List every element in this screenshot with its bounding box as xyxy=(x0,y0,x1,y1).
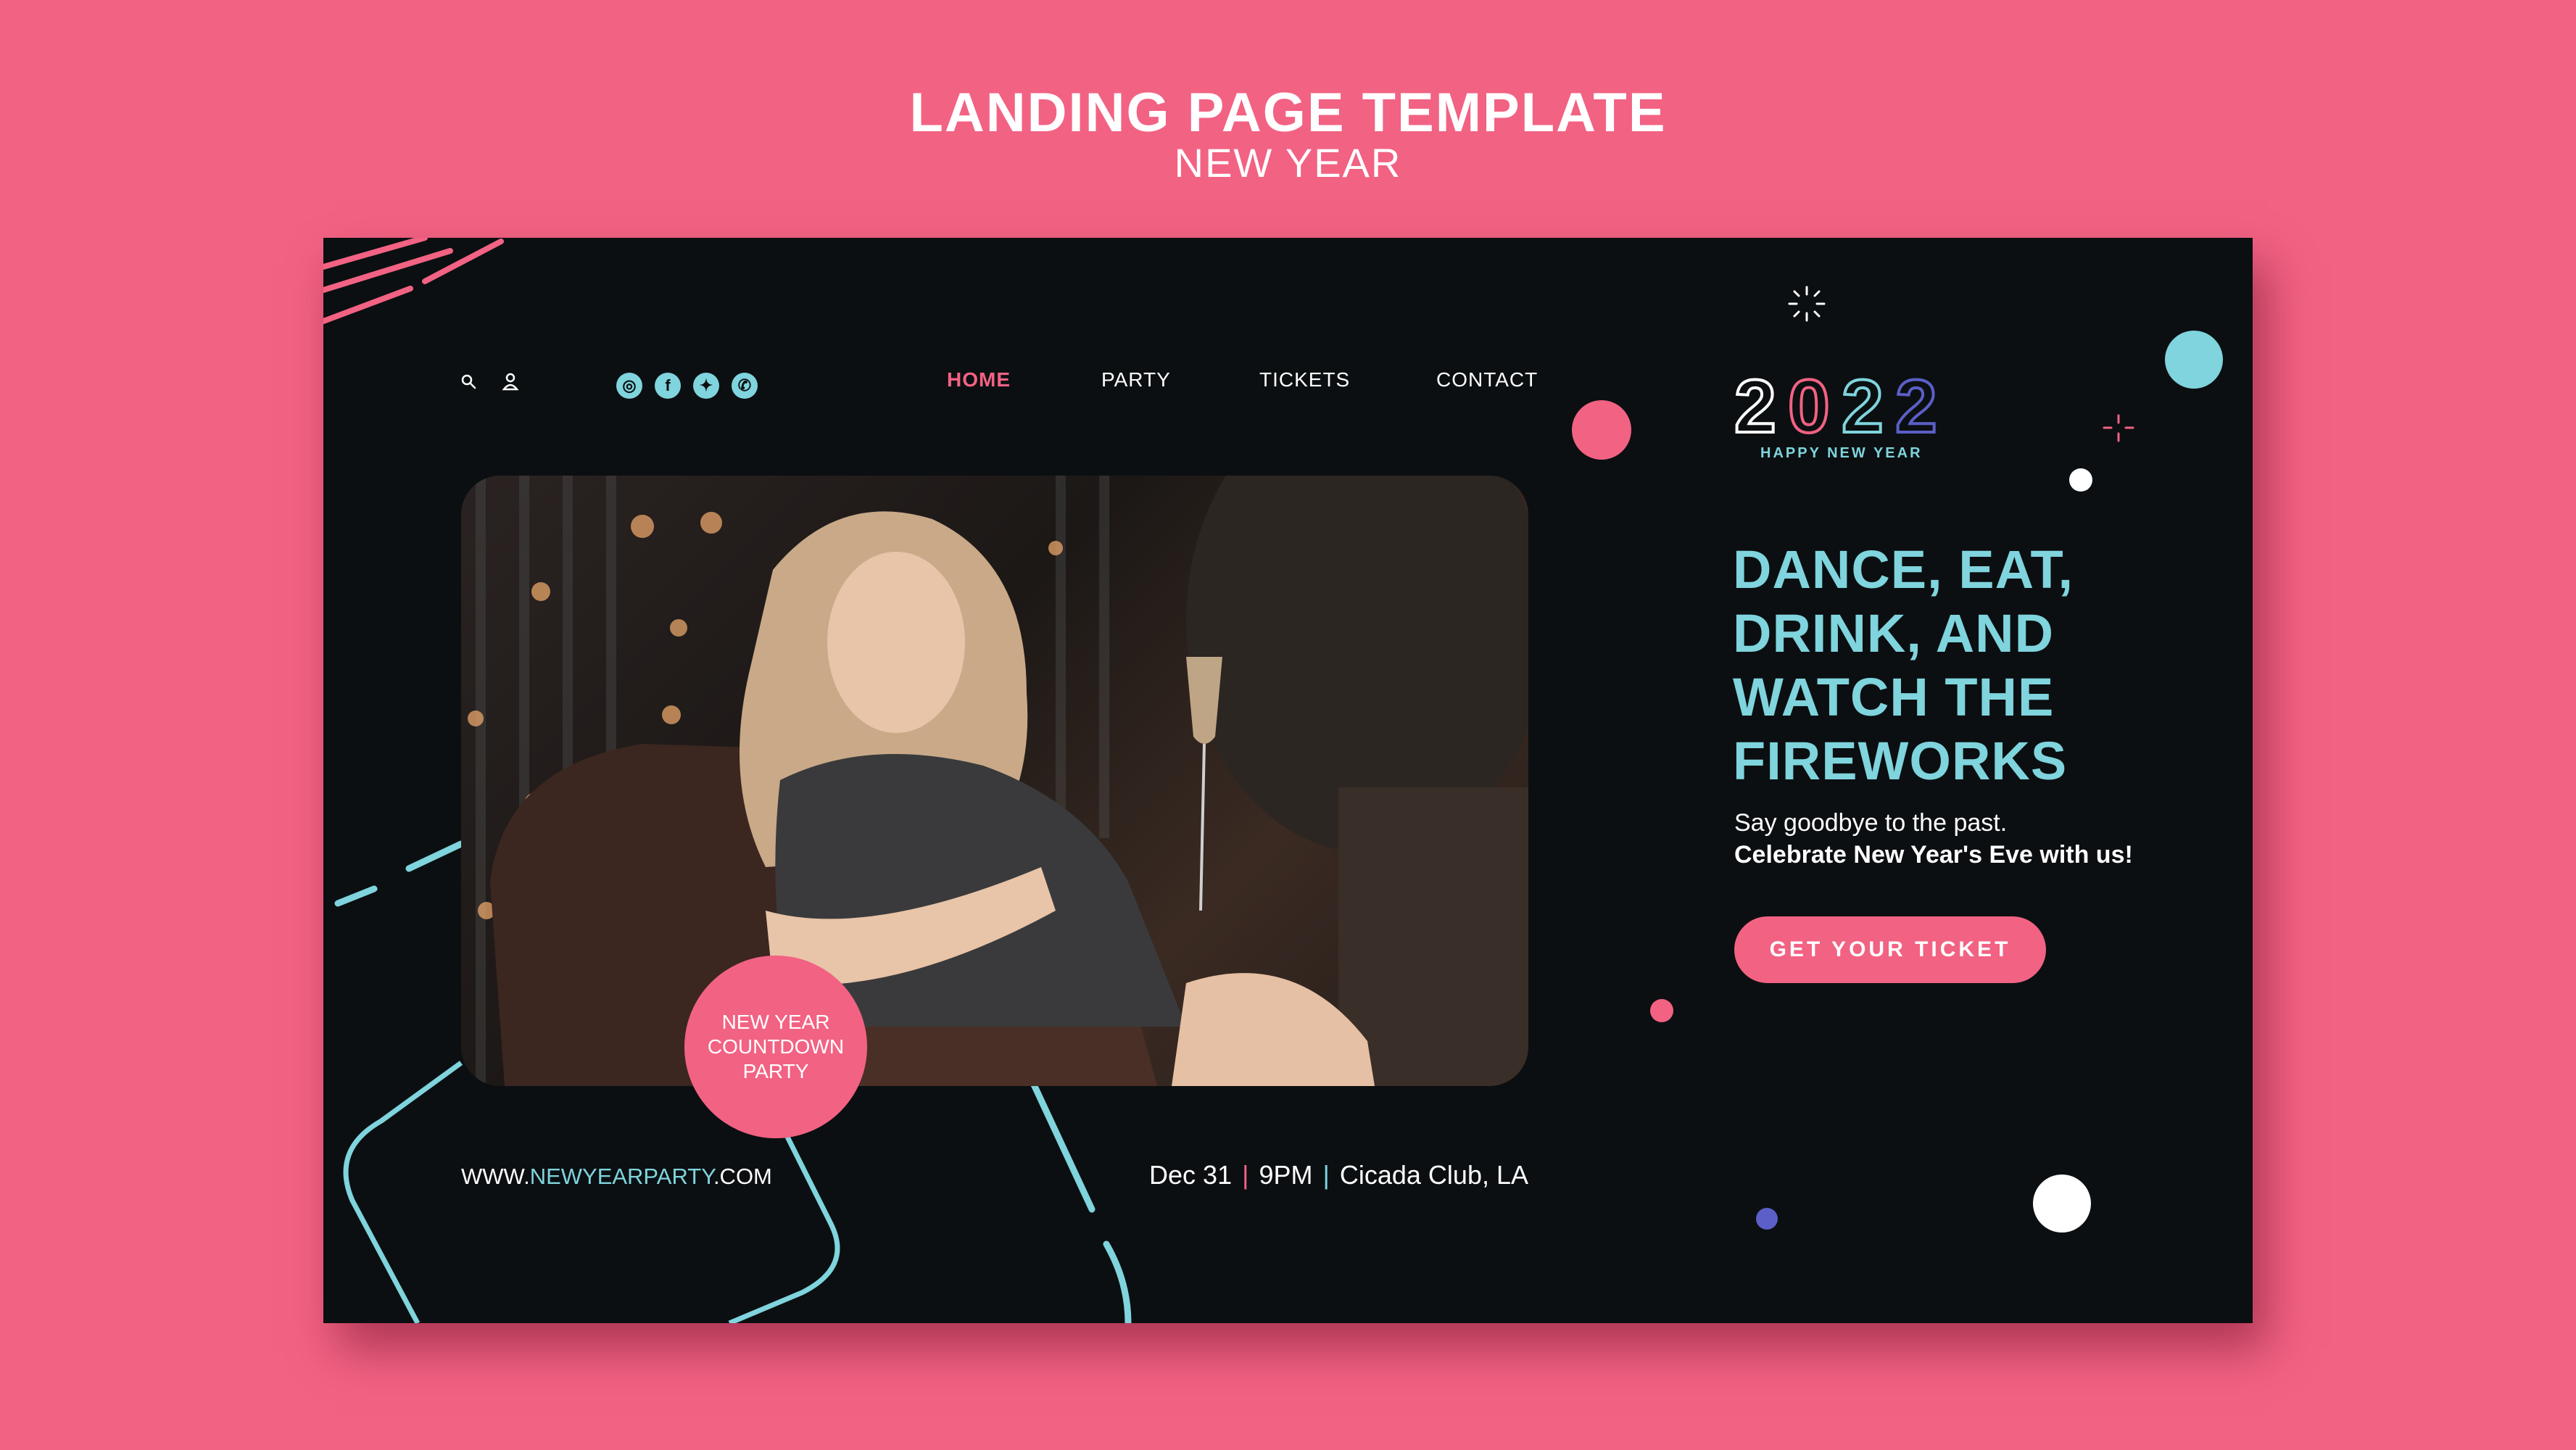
decorative-dot xyxy=(1650,999,1673,1022)
event-date: Dec 31 xyxy=(1149,1160,1233,1190)
party-photo xyxy=(461,476,1528,1086)
facebook-icon[interactable]: f xyxy=(655,373,681,399)
badge-line: COUNTDOWN xyxy=(707,1035,845,1058)
headline-line: DRINK, AND xyxy=(1733,603,2055,663)
happy-new-year-caption: HAPPY NEW YEAR xyxy=(1760,445,1923,461)
badge-line: PARTY xyxy=(742,1060,809,1082)
whatsapp-icon[interactable]: ✆ xyxy=(732,373,758,399)
nav-home[interactable]: HOME xyxy=(947,368,1011,392)
user-icon[interactable] xyxy=(502,372,519,391)
tagline-bold: Celebrate New Year's Eve with us! xyxy=(1734,841,2133,869)
badge-line: NEW YEAR xyxy=(721,1011,830,1033)
hero-headline: DANCE, EAT, DRINK, AND WATCH THE FIREWOR… xyxy=(1733,538,2197,793)
url-highlight: NEWYEARPARTY xyxy=(529,1164,713,1189)
decorative-dot xyxy=(1756,1208,1778,1230)
year-digit: 2 xyxy=(1734,365,1776,442)
search-icon[interactable] xyxy=(460,373,477,390)
nav-contact[interactable]: CONTACT xyxy=(1436,368,1538,392)
year-digit: 0 xyxy=(1788,365,1830,442)
nav-tickets[interactable]: TICKETS xyxy=(1259,368,1350,392)
decorative-dot xyxy=(2165,331,2223,389)
instagram-icon[interactable]: ◎ xyxy=(616,373,642,399)
url-prefix: WWW. xyxy=(461,1164,530,1189)
year-digit: 2 xyxy=(1842,365,1884,442)
headline-line: DANCE, EAT, xyxy=(1733,539,2074,600)
headline-line: WATCH THE xyxy=(1733,667,2055,727)
page: LANDING PAGE TEMPLATE NEW YEAR ◎ f ✦ ✆ H… xyxy=(0,0,2576,1450)
page-subtitle: NEW YEAR xyxy=(1174,140,1402,186)
nav-party[interactable]: PARTY xyxy=(1101,368,1171,392)
twitter-icon[interactable]: ✦ xyxy=(693,373,719,399)
year-digit: 2 xyxy=(1895,365,1937,442)
get-ticket-button[interactable]: GET YOUR TICKET xyxy=(1734,916,2046,983)
separator: | xyxy=(1242,1160,1249,1190)
year-logo: 2 0 2 2 xyxy=(1734,363,1939,442)
headline-line: FIREWORKS xyxy=(1733,731,2068,791)
tagline: Say goodbye to the past. xyxy=(1734,809,2008,837)
event-time: 9PM xyxy=(1259,1160,1313,1190)
page-title: LANDING PAGE TEMPLATE xyxy=(909,82,1667,144)
decorative-dot xyxy=(2033,1174,2091,1232)
photo-illustration xyxy=(468,476,1528,1086)
countdown-party-badge: NEW YEAR COUNTDOWN PARTY xyxy=(684,956,867,1138)
separator: | xyxy=(1322,1160,1330,1190)
event-details: Dec 31 | 9PM | Cicada Club, LA xyxy=(1132,1160,1528,1190)
event-venue: Cicada Club, LA xyxy=(1339,1160,1528,1190)
decorative-dot xyxy=(1572,400,1631,460)
landing-page-card: ◎ f ✦ ✆ HOME PARTY TICKETS CONTACT NEW Y… xyxy=(323,238,2253,1323)
website-link[interactable]: WWW.NEWYEARPARTY.COM xyxy=(461,1164,772,1190)
decorative-dot xyxy=(2069,468,2092,492)
url-suffix: .COM xyxy=(713,1164,772,1189)
